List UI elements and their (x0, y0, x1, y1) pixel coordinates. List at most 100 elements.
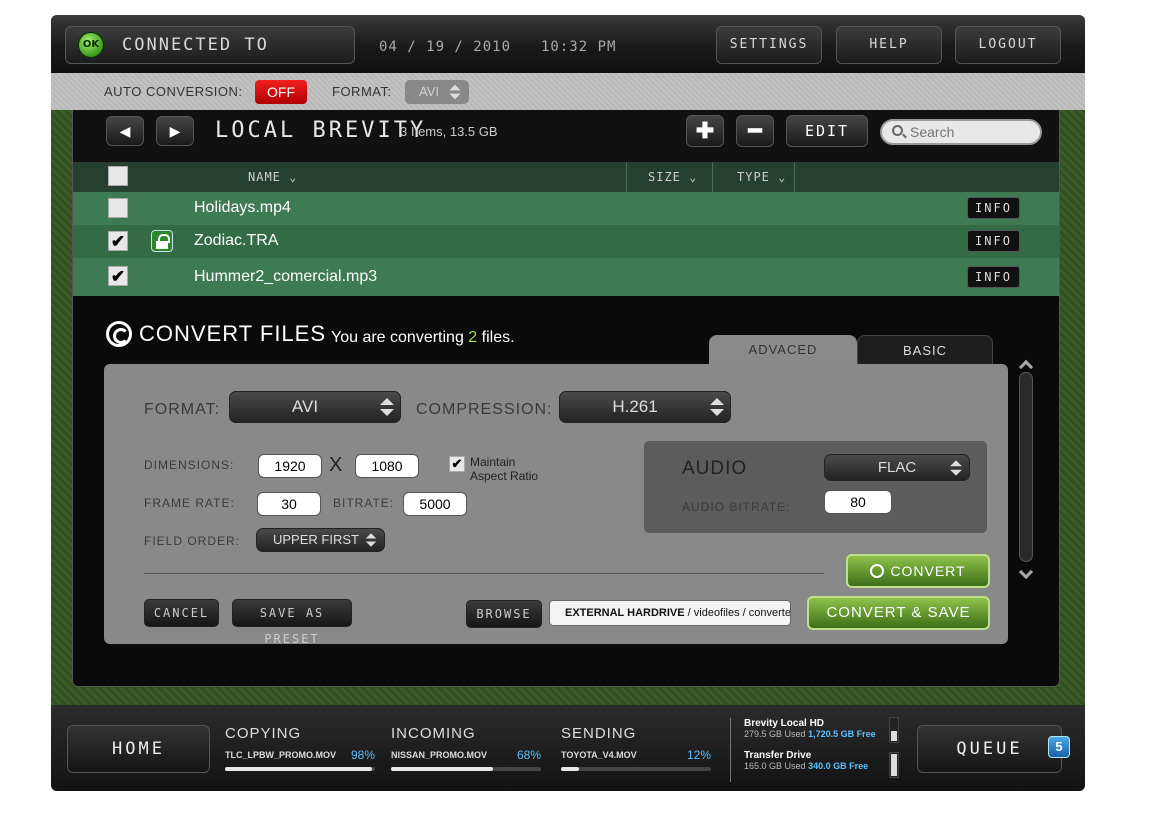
transfer-file: NISSAN_PROMO.MOV (391, 750, 488, 760)
scroll-down-icon[interactable] (1018, 564, 1034, 580)
drive-free: 1,720.5 GB Free (808, 729, 876, 739)
copying-status: COPYING TLC_LPBW_PROMO.MOV 98% (225, 725, 375, 771)
settings-button[interactable]: SETTINGS (716, 26, 822, 64)
file-checkbox[interactable]: ✔ (108, 266, 128, 286)
file-row[interactable]: Holidays.mp4 INFO (73, 192, 1059, 225)
convert-button[interactable]: CONVERT (846, 554, 990, 588)
audio-bitrate-field[interactable]: 80 (824, 490, 892, 514)
add-button[interactable]: ✚ (686, 115, 724, 147)
tab-basic[interactable]: BASIC (857, 335, 993, 365)
logout-button[interactable]: LOGOUT (955, 26, 1061, 64)
auto-conversion-toggle[interactable]: OFF (255, 80, 307, 104)
convert-and-save-button[interactable]: CONVERT & SAVE (807, 596, 990, 630)
drive-entry: Transfer Drive 165.0 GB Used 340.0 GB Fr… (744, 750, 890, 782)
updown-arrows-icon (380, 398, 394, 416)
updown-arrows-icon (710, 398, 724, 416)
file-row[interactable]: ✔ Zodiac.TRA INFO (73, 225, 1059, 258)
drive-used: 279.5 GB Used (744, 729, 806, 739)
auto-format-select[interactable]: AVI (405, 80, 469, 104)
maintain-aspect-checkbox[interactable]: ✔ (449, 456, 465, 472)
back-button[interactable]: ◀ (106, 116, 144, 146)
column-divider (712, 162, 713, 192)
file-row[interactable]: ✔ Hummer2_comercial.mp3 INFO (73, 258, 1059, 296)
browser-toolbar: ◀ ▶ LOCAL BREVITY 3 Items, 13.5 GB ✚ ━ E… (73, 110, 1059, 162)
file-name: Hummer2_comercial.mp3 (194, 268, 378, 285)
transfer-file: TOYOTA_V4.MOV (561, 750, 637, 760)
right-arrow-icon: ▶ (169, 123, 181, 139)
search-icon (892, 125, 903, 136)
transfer-file: TLC_LPBW_PROMO.MOV (225, 750, 337, 760)
transfer-progress-fill (391, 767, 493, 771)
audio-settings: AUDIO FLAC AUDIO BITRATE: 80 (644, 441, 987, 533)
auto-conversion-bar: AUTO CONVERSION: OFF FORMAT: AVI (51, 73, 1085, 110)
select-all-checkbox[interactable] (108, 166, 128, 186)
cancel-button[interactable]: CANCEL (144, 599, 219, 627)
drive-name: Brevity Local HD (744, 718, 825, 729)
transfer-title: COPYING (225, 725, 302, 742)
file-checkbox[interactable] (108, 198, 128, 218)
dimension-separator: X (329, 454, 343, 476)
compression-select[interactable]: H.261 (559, 391, 731, 423)
bitrate-label: BITRATE: (333, 496, 395, 510)
drive-usage-gauge (889, 717, 899, 743)
format-select[interactable]: AVI (229, 391, 401, 423)
transfer-percent: 12% (686, 748, 711, 762)
output-path-folder: / videofiles / converted / (687, 607, 791, 619)
tab-advanced[interactable]: ADVACED (709, 335, 857, 365)
updown-arrows-icon (449, 84, 461, 100)
file-checkbox[interactable]: ✔ (108, 231, 128, 251)
sending-status: SENDING TOYOTA_V4.MOV 12% (561, 725, 711, 771)
convert-file-count: 2 (468, 329, 478, 346)
file-name: Holidays.mp4 (194, 199, 291, 216)
remove-button[interactable]: ━ (736, 115, 774, 147)
field-order-select[interactable]: UPPER FIRST (256, 528, 385, 552)
server-status: OK CONNECTED TO SERVER (65, 26, 355, 91)
output-path-drive: EXTERNAL HARDRIVE (565, 607, 685, 619)
help-button[interactable]: HELP (836, 26, 942, 64)
name-column-header[interactable]: NAME ⌄ (248, 170, 297, 184)
size-column-header[interactable]: SIZE ⌄ (648, 170, 697, 184)
home-button[interactable]: HOME (67, 725, 210, 773)
settings-scrollbar[interactable] (1019, 372, 1033, 562)
info-button[interactable]: INFO (967, 230, 1020, 252)
drive-name: Transfer Drive (744, 750, 812, 761)
type-column-header[interactable]: TYPE ⌄ (737, 170, 786, 184)
convert-summary-suffix: files. (477, 329, 515, 346)
frame-rate-field[interactable]: 30 (257, 492, 321, 516)
maintain-line-1: Maintain (470, 455, 516, 469)
plus-icon: ✚ (695, 118, 715, 143)
convert-swirl-icon (106, 321, 132, 347)
auto-conversion-label: AUTO CONVERSION: (104, 84, 243, 99)
width-field[interactable]: 1920 (258, 454, 322, 478)
compression-label: COMPRESSION: (416, 401, 553, 418)
drive-entry: Brevity Local HD 279.5 GB Used 1,720.5 G… (744, 718, 890, 750)
info-button[interactable]: INFO (967, 266, 1020, 288)
queue-button[interactable]: QUEUE (917, 725, 1062, 773)
info-button[interactable]: INFO (967, 197, 1020, 219)
save-preset-button[interactable]: SAVE AS PRESET (232, 599, 352, 646)
search-box[interactable] (880, 119, 1042, 145)
output-path-field[interactable]: EXTERNAL HARDRIVE / videofiles / convert… (549, 600, 791, 626)
transfer-progress (561, 767, 711, 771)
auto-format-value: AVI (419, 84, 439, 99)
frame-rate-label: FRAME RATE: (144, 496, 235, 510)
audio-label: AUDIO (682, 458, 748, 479)
height-field[interactable]: 1080 (355, 454, 419, 478)
bitrate-field[interactable]: 5000 (403, 492, 467, 516)
format-label: FORMAT: (144, 401, 221, 418)
updown-arrows-icon (365, 533, 377, 547)
column-divider (794, 162, 795, 192)
transfer-title: SENDING (561, 725, 637, 742)
transfer-progress-fill (225, 767, 372, 771)
forward-button[interactable]: ▶ (156, 116, 194, 146)
drive-usage: 279.5 GB Used 1,720.5 GB Free (744, 729, 890, 739)
audio-format-select[interactable]: FLAC (824, 454, 970, 481)
edit-button[interactable]: EDIT (786, 115, 868, 147)
search-input[interactable] (910, 123, 1036, 141)
lock-icon (151, 230, 173, 252)
format-value: AVI (291, 397, 319, 416)
settings-divider (144, 573, 824, 574)
browse-button[interactable]: BROWSE (466, 600, 542, 628)
transfer-progress-fill (561, 767, 579, 771)
minus-icon: ━ (748, 118, 762, 143)
